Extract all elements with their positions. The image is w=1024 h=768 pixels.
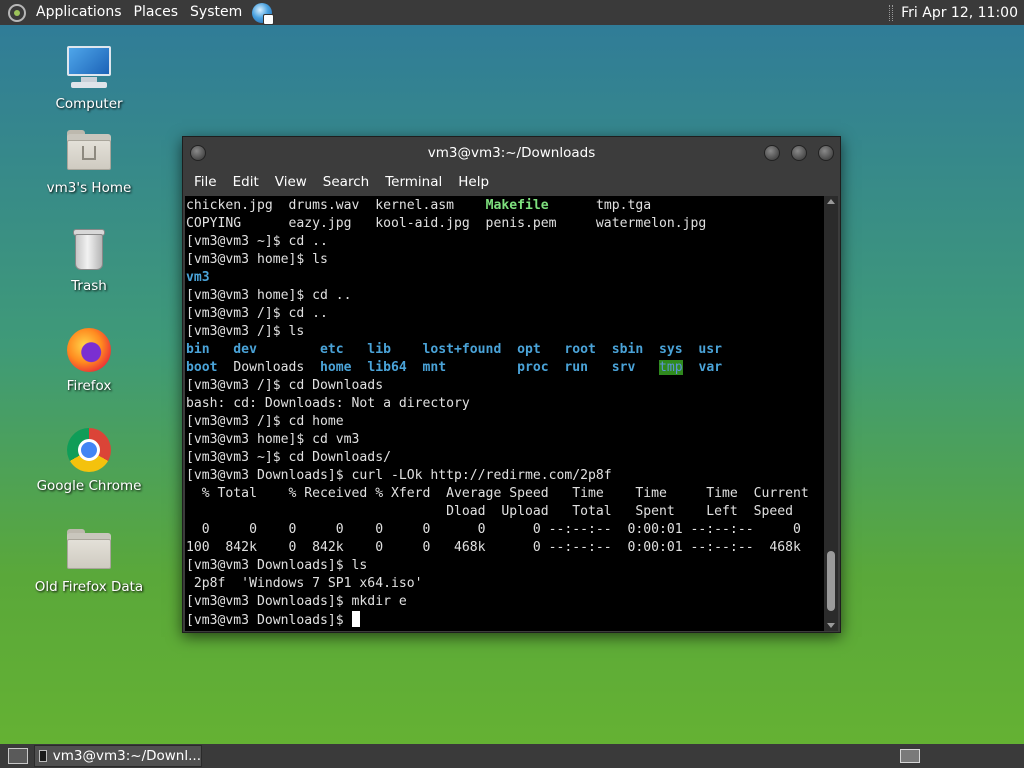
terminal-line: chicken.jpg drums.wav kernel.asm [186,198,486,213]
menu-file[interactable]: File [186,174,225,190]
window-title-bar[interactable]: vm3@vm3:~/Downloads [183,137,840,169]
window-menu-icon[interactable] [190,145,206,161]
computer-icon [65,44,113,92]
desktop-icon-google-chrome[interactable]: Google Chrome [34,426,144,494]
terminal-file: Downloads [217,360,321,375]
terminal-line: [vm3@vm3 home]$ cd vm3 [186,432,360,447]
terminal-line: COPYING eazy.jpg kool-aid.jpg penis.pem … [186,216,707,231]
trash-icon [65,226,113,274]
terminal-line: [vm3@vm3 /]$ cd .. [186,306,328,321]
desktop-icon-label: Trash [71,278,107,294]
taskbar-terminal-button[interactable]: vm3@vm3:~/Downl... [34,745,202,767]
terminal-dir-listing: vm3 [186,270,210,285]
terminal-line: [vm3@vm3 /]$ cd Downloads [186,378,384,393]
terminal-line: bash: cd: Downloads: Not a directory [186,396,470,411]
terminal-dir-listing: bin dev etc lib lost+found opt root sbin… [186,342,723,357]
clock[interactable]: Fri Apr 12, 11:00 [901,5,1018,21]
menu-places[interactable]: Places [128,0,185,25]
show-desktop-button[interactable] [8,748,28,764]
terminal-output[interactable]: chicken.jpg drums.wav kernel.asm Makefil… [185,196,825,631]
terminal-line: [vm3@vm3 ~]$ cd .. [186,234,328,249]
terminal-window[interactable]: vm3@vm3:~/Downloads File Edit View Searc… [182,136,841,633]
terminal-file-executable: Makefile [485,198,549,213]
terminal-line: [vm3@vm3 /]$ cd home [186,414,344,429]
desktop-icon-trash[interactable]: Trash [34,226,144,294]
chrome-icon [65,426,113,474]
terminal-line: [vm3@vm3 home]$ ls [186,252,328,267]
window-title: vm3@vm3:~/Downloads [427,145,596,161]
terminal-line: [vm3@vm3 Downloads]$ curl -LOk http://re… [186,468,612,483]
top-panel: Applications Places System Fri Apr 12, 1… [0,0,1024,25]
terminal-line: [vm3@vm3 ~]$ cd Downloads/ [186,450,391,465]
terminal-line: 2p8f 'Windows 7 SP1 x64.iso' [186,576,423,591]
terminal-dir-listing: boot [186,360,218,375]
terminal-cursor [351,611,360,627]
menu-search[interactable]: Search [315,174,377,190]
menu-view[interactable]: View [267,174,315,190]
desktop-icon-computer[interactable]: Computer [34,44,144,112]
terminal-line: tmp.tga [548,198,652,213]
terminal-line: 0 0 0 0 0 0 0 0 --:--:-- 0:00:01 --:--:-… [186,522,801,537]
desktop-icon-label: Google Chrome [36,478,142,494]
terminal-prompt: [vm3@vm3 Downloads]$ [186,613,352,628]
terminal-dir-listing: home lib64 mnt proc run srv [320,360,660,375]
menu-terminal[interactable]: Terminal [377,174,450,190]
terminal-dir-tmp: tmp [659,360,683,375]
terminal-dir-listing: var [682,360,723,375]
menu-applications[interactable]: Applications [30,0,128,25]
clock-area: Fri Apr 12, 11:00 [889,4,1024,21]
close-button[interactable] [818,145,834,161]
folder-icon [65,527,113,575]
terminal-menu-bar: File Edit View Search Terminal Help [183,169,840,195]
applications-logo-icon[interactable] [8,3,26,22]
terminal-line: [vm3@vm3 Downloads]$ ls [186,558,368,573]
menu-help[interactable]: Help [450,174,497,190]
scrollbar-thumb[interactable] [827,551,835,611]
panel-separator [889,4,894,21]
scroll-up-icon[interactable] [827,199,835,204]
terminal-line: 100 842k 0 842k 0 0 468k 0 --:--:-- 0:00… [186,540,801,555]
workspace-switcher[interactable] [900,749,920,763]
desktop-icon-old-firefox-data[interactable]: Old Firefox Data [34,527,144,595]
taskbar-label: vm3@vm3:~/Downl... [52,748,201,764]
home-folder-icon [65,128,113,176]
desktop-icon-label: Computer [55,96,123,112]
menu-system[interactable]: System [184,0,248,25]
terminal-icon [39,750,47,762]
terminal-line: [vm3@vm3 Downloads]$ mkdir e [186,594,407,609]
bottom-panel: vm3@vm3:~/Downl... [0,744,1024,768]
terminal-line: [vm3@vm3 /]$ ls [186,324,305,339]
desktop-icon-label: Firefox [66,378,112,394]
maximize-button[interactable] [791,145,807,161]
network-globe-icon[interactable] [252,2,275,25]
menu-edit[interactable]: Edit [225,174,267,190]
minimize-button[interactable] [764,145,780,161]
desktop-icon-label: vm3's Home [46,180,132,196]
terminal-line: Dload Upload Total Spent Left Speed [186,504,793,519]
desktop-icon-label: Old Firefox Data [34,579,144,595]
scroll-down-icon[interactable] [827,623,835,628]
terminal-line: % Total % Received % Xferd Average Speed… [186,486,809,501]
terminal-scrollbar[interactable] [824,196,838,631]
firefox-icon [65,326,113,374]
desktop-icon-home[interactable]: vm3's Home [34,128,144,196]
desktop-icon-firefox[interactable]: Firefox [34,326,144,394]
terminal-line: [vm3@vm3 home]$ cd .. [186,288,352,303]
